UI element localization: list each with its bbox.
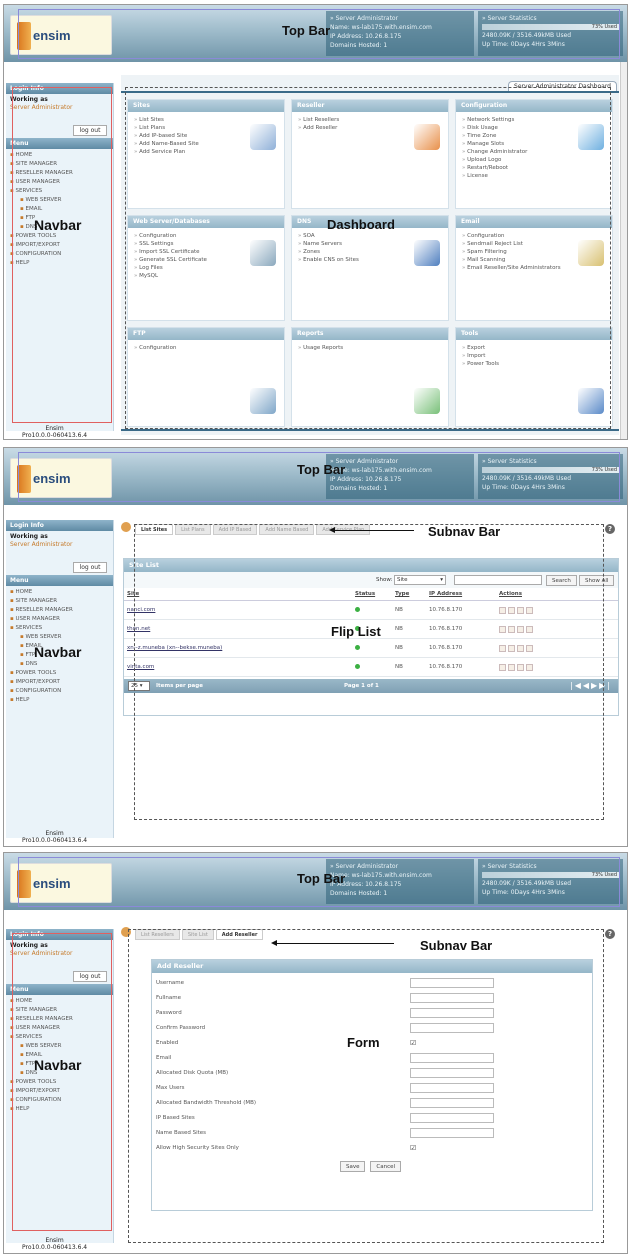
annotation-navbar: Navbar <box>34 644 82 660</box>
menu-item-import-export[interactable]: IMPORT/EXPORT <box>10 678 109 687</box>
screenshot-dashboard: ensim » Server Administrator Name: ws-la… <box>3 4 628 440</box>
menu-item-web-server[interactable]: WEB SERVER <box>10 633 109 642</box>
version-info: Ensim Pro10.0.0-060413.6.4 <box>22 830 88 844</box>
annotation-top-bar: Top Bar <box>282 23 331 38</box>
help-icon[interactable]: ? <box>605 929 615 939</box>
top-bar-highlight <box>18 452 620 502</box>
menu-item-home[interactable]: HOME <box>10 588 109 597</box>
role-link[interactable]: Server Administrator <box>10 541 109 549</box>
scrollbar[interactable] <box>620 62 627 439</box>
annotation-top-bar: Top Bar <box>297 462 346 477</box>
help-icon[interactable]: ? <box>605 524 615 534</box>
home-icon <box>121 522 131 532</box>
screenshot-add-reseller: ensim » Server Administrator Name: ws-lab… <box>3 852 628 1254</box>
version-info: Ensim Pro10.0.0-060413.6.4 <box>22 425 88 439</box>
content-highlight <box>128 929 604 1243</box>
annotation-navbar: Navbar <box>34 1057 82 1073</box>
navbar-highlight <box>12 87 112 423</box>
menu-item-power-tools[interactable]: POWER TOOLS <box>10 669 109 678</box>
top-bar: ensim » Server Administrator Name: ws-la… <box>4 5 627 62</box>
annotation-top-bar: Top Bar <box>297 871 346 886</box>
subnav-arrow <box>271 940 394 946</box>
navbar-highlight <box>12 933 112 1231</box>
screenshot-site-list: ensim » Server Administrator Name: ws-lab… <box>3 447 628 847</box>
annotation-subnav-bar: Subnav Bar <box>428 524 501 539</box>
dashboard-highlight <box>125 87 611 429</box>
menu-item-user-manager[interactable]: USER MANAGER <box>10 615 109 624</box>
annotation-navbar: Navbar <box>34 217 82 233</box>
annotation-form: Form <box>347 1035 380 1050</box>
menu-item-help[interactable]: HELP <box>10 696 109 705</box>
top-bar: ensim » Server Administrator Name: ws-lab… <box>4 448 627 505</box>
menu-header: Menu <box>6 575 113 586</box>
logout-button[interactable]: log out <box>73 562 107 573</box>
menu-item-reseller-manager[interactable]: RESELLER MANAGER <box>10 606 109 615</box>
content-highlight <box>134 524 604 820</box>
menu-item-site-manager[interactable]: SITE MANAGER <box>10 597 109 606</box>
top-bar: ensim » Server Administrator Name: ws-lab… <box>4 853 627 910</box>
login-info-header: Login Info <box>6 520 113 531</box>
annotation-dashboard: Dashboard <box>327 217 395 232</box>
menu-item-configuration[interactable]: CONFIGURATION <box>10 687 109 696</box>
version-info: Ensim Pro10.0.0-060413.6.4 <box>22 1237 88 1251</box>
menu-item-dns[interactable]: DNS <box>10 660 109 669</box>
annotation-flip-list: Flip List <box>331 624 381 639</box>
annotation-subnav-bar: Subnav Bar <box>420 938 493 953</box>
menu-item-services[interactable]: SERVICES <box>10 624 109 633</box>
sidebar: Login Info Working as Server Administrat… <box>6 520 114 838</box>
subnav-arrow <box>329 527 414 533</box>
